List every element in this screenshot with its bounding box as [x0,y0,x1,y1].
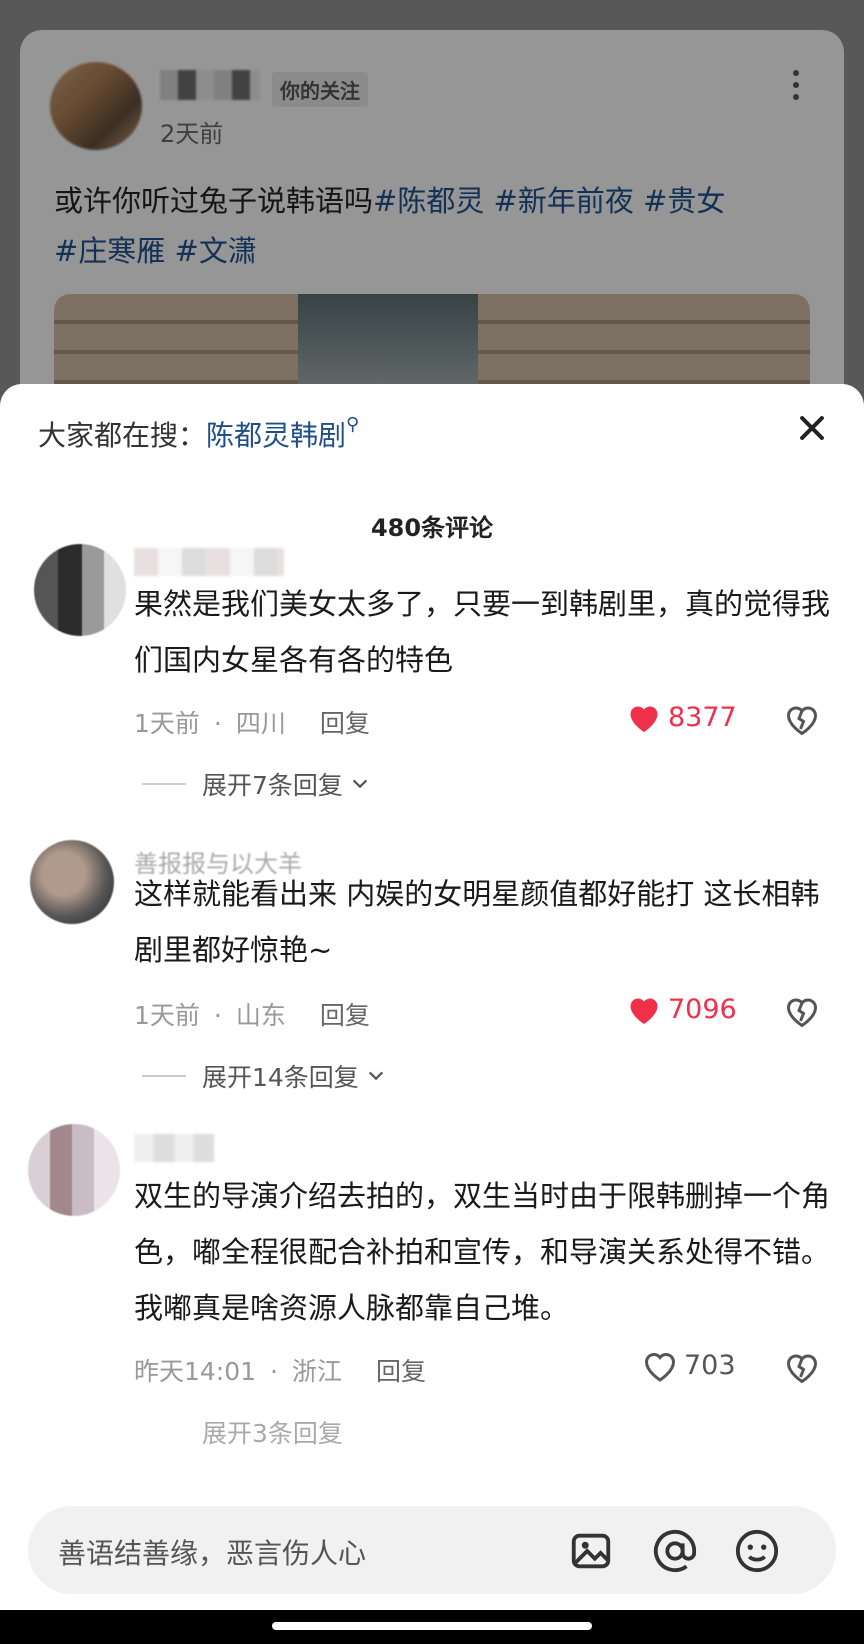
comment-input[interactable]: 善语结善缘，恶言伤人心 [28,1506,836,1594]
comment-text: 果然是我们美女太多了，只要一到韩剧里，真的觉得我们国内女星各有各的特色 [134,587,831,677]
dim-overlay[interactable] [0,0,864,420]
like-count: 703 [684,1349,736,1381]
expand-replies-label: 展开3条回复 [202,1419,343,1448]
comment-time: 1天前 [134,709,200,738]
avatar[interactable] [34,544,126,636]
heart-outline-icon [644,1353,676,1382]
emoji-icon[interactable] [734,1528,780,1574]
mention-icon[interactable] [652,1528,698,1574]
like-count: 8377 [668,701,737,733]
trending-search-prefix: 大家都在搜： [38,419,207,452]
chevron-down-icon [368,1071,383,1081]
comment-count: 480条评论 [370,514,494,542]
expand-replies[interactable]: 展开14条回复 [142,1058,385,1094]
comment-sheet: 大家都在搜：陈都灵韩剧⚲ 480条评论 果然是我们美女太多了，只要一到韩剧里，真… [0,384,864,1610]
comment-input-bar: 善语结善缘，恶言伤人心 [0,1486,864,1610]
comment-text: 这样就能看出来 内娱的女明星颜值都好能打 这长相韩剧里都好惊艳~ [134,877,820,967]
home-indicator [0,1610,864,1644]
heart-filled-icon [630,706,658,732]
like-count: 7096 [668,993,737,1025]
dislike-icon[interactable] [784,1350,820,1386]
heart-filled-icon [630,998,658,1024]
background-post-area: 你的关注 2天前 或许你听过兔子说韩语吗#陈都灵 #新年前夜 #贵女 #庄寒雁 #… [0,0,864,450]
comment-time: 昨天14:01 [134,1357,257,1386]
comment-time: 1天前 [134,1001,200,1030]
expand-replies-label: 展开14条回复 [202,1063,359,1092]
comment-location: 四川 [235,709,286,738]
expand-replies[interactable]: 展开7条回复 [142,766,369,802]
like-button[interactable]: 8377 [626,700,737,734]
comment-location: 浙江 [292,1357,343,1386]
dislike-icon[interactable] [784,702,820,738]
dislike-icon[interactable] [784,994,820,1030]
image-icon[interactable] [568,1528,614,1574]
like-button[interactable]: 703 [642,1348,736,1382]
comment-location: 山东 [235,1001,286,1030]
search-icon: ⚲ [346,414,360,435]
comment-text: 双生的导演介绍去拍的，双生当时由于限韩删掉一个角色，嘟全程很配合补拍和宣传，和导… [134,1179,831,1325]
comment-meta: 1天前 · 四川 回复 [134,709,370,738]
trending-search-keyword[interactable]: 陈都灵韩剧 [206,419,346,452]
expand-replies[interactable]: 展开3条回复 [142,1414,343,1450]
comment-input-placeholder: 善语结善缘，恶言伤人心 [58,1537,367,1570]
avatar[interactable] [28,1124,120,1216]
comment-meta: 1天前 · 山东 回复 [134,1001,370,1030]
like-button[interactable]: 7096 [626,992,737,1026]
username-blurred[interactable] [134,548,284,576]
expand-replies-label: 展开7条回复 [202,771,343,800]
username-blurred[interactable] [134,1134,214,1162]
close-button[interactable] [794,410,830,446]
trending-search[interactable]: 大家都在搜：陈都灵韩剧⚲ [38,414,359,454]
reply-button[interactable]: 回复 [320,709,370,738]
avatar[interactable] [30,840,114,924]
reply-button[interactable]: 回复 [376,1357,426,1386]
comment-meta: 昨天14:01 · 浙江 回复 [134,1357,427,1386]
reply-button[interactable]: 回复 [320,1001,370,1030]
chevron-down-icon [352,779,368,789]
